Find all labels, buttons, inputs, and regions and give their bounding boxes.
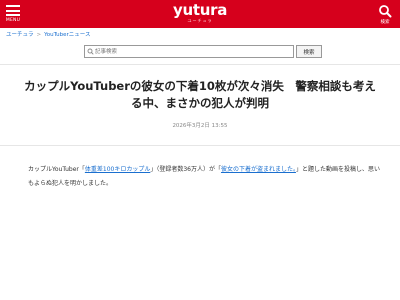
breadcrumb-separator: > <box>36 32 42 38</box>
breadcrumb-section-link[interactable]: YouTuberニュース <box>44 32 90 38</box>
header-search-button[interactable]: 検索 <box>376 3 394 26</box>
body-text: カップルYouTuber「 <box>28 166 85 173</box>
logo-text: yutura <box>172 1 228 19</box>
breadcrumb-home-link[interactable]: ユーチュラ <box>6 32 34 38</box>
article-search-input[interactable] <box>84 45 294 58</box>
menu-label: MENU <box>5 18 21 23</box>
logo-subtext: ユーチュラ <box>187 18 213 23</box>
article-body: カップルYouTuber「体重差100キロカップル」（登録者数36万人）が「彼女… <box>28 163 380 191</box>
breadcrumb: ユーチュラ > YouTuberニュース <box>6 30 90 40</box>
article-search-button[interactable]: 検索 <box>296 45 322 58</box>
article-search-form: 検索 <box>84 45 324 58</box>
search-icon <box>379 5 392 18</box>
menu-button[interactable]: MENU <box>4 3 22 26</box>
site-header: MENU yutura ユーチュラ 検索 <box>0 0 400 28</box>
divider <box>0 145 400 146</box>
hamburger-icon <box>6 5 20 16</box>
article-date: 2026年3月2日 13:55 <box>172 123 228 129</box>
divider <box>0 64 400 65</box>
site-logo[interactable]: yutura ユーチュラ <box>160 3 240 25</box>
body-text: 」（登録者数36万人）が「 <box>150 166 221 173</box>
search-field-icon <box>87 48 94 55</box>
video-link[interactable]: 彼女の下着が盗まれました。 <box>221 166 296 173</box>
article-title: カップルYouTuberの彼女の下着10枚が次々消失 警察相談も考える中、まさか… <box>24 79 376 110</box>
search-label: 検索 <box>380 20 390 25</box>
channel-link[interactable]: 体重差100キロカップル <box>85 166 150 173</box>
